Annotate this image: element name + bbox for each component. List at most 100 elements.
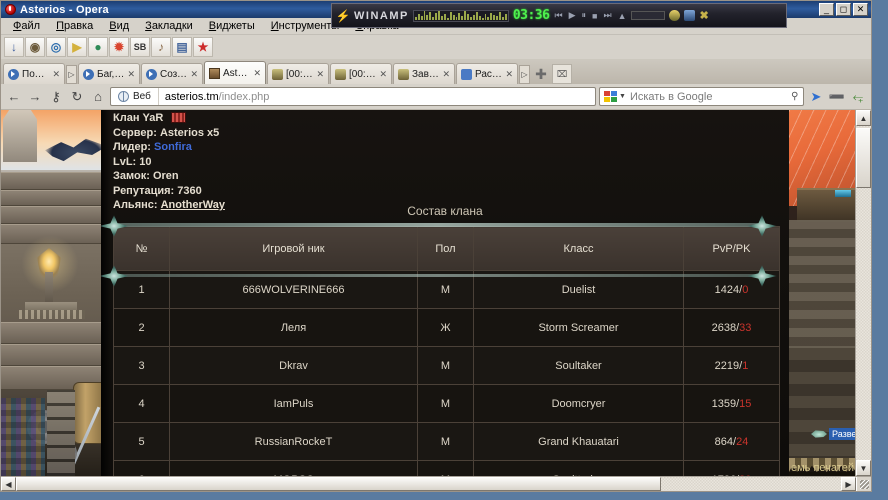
block-content-icon[interactable]: ➖ bbox=[828, 88, 846, 106]
spiral-icon[interactable]: ◎ bbox=[46, 37, 66, 57]
opera-turbo-icon[interactable]: ➤ bbox=[807, 88, 825, 106]
close-icon[interactable]: ✕ bbox=[52, 69, 60, 80]
table-row: 3 Dkrav М Soultaker 2219/1 bbox=[113, 346, 780, 385]
tab-label: Баг, ... bbox=[97, 68, 125, 80]
note-icon[interactable]: ♪ bbox=[151, 37, 171, 57]
new-tab-button[interactable]: ✚ bbox=[531, 64, 551, 84]
scroll-up-button[interactable]: ▲ bbox=[856, 110, 871, 126]
forward-icon[interactable]: → bbox=[26, 88, 44, 106]
reload-icon[interactable]: ↻ bbox=[68, 88, 86, 106]
horizontal-scrollbar[interactable]: ◀ ▶ bbox=[1, 476, 871, 491]
protocol-label: Веб bbox=[133, 91, 151, 102]
column-header-sex: Пол bbox=[417, 226, 474, 271]
close-icon[interactable]: ✕ bbox=[190, 69, 198, 80]
scroll-down-button[interactable]: ▼ bbox=[856, 460, 871, 476]
column-header-pvp: PvP/PK bbox=[683, 226, 780, 271]
tab-asterios[interactable]: Asterios✕ bbox=[204, 61, 266, 84]
cell-sex: М bbox=[417, 346, 474, 385]
tab-zavod[interactable]: Завод ✕ bbox=[393, 63, 455, 84]
vertical-scrollbar[interactable]: ▲ ▼ bbox=[855, 110, 871, 476]
search-input[interactable]: Искать в Google bbox=[630, 91, 786, 103]
play-icon[interactable]: ▶ bbox=[568, 10, 577, 21]
owl-icon[interactable]: ◉ bbox=[25, 37, 45, 57]
fit-width-icon[interactable]: ⥆ bbox=[849, 88, 867, 106]
visualizer-bar bbox=[487, 16, 490, 20]
close-button[interactable]: ✕ bbox=[853, 3, 868, 16]
prev-icon[interactable]: ⏮ bbox=[553, 10, 563, 21]
favorite-star-icon[interactable]: ★ bbox=[193, 37, 213, 57]
pause-icon[interactable]: ⏸ bbox=[581, 10, 588, 21]
url-bar[interactable]: Веб asterios.tm/index.php bbox=[110, 87, 596, 106]
tab-polit[interactable]: Поли...✕ bbox=[3, 63, 65, 84]
visualizer-bar bbox=[467, 13, 470, 20]
close-icon[interactable]: ✕ bbox=[253, 68, 261, 79]
visualizer-bar bbox=[420, 15, 423, 20]
clan-reputation: Репутация: 7360 bbox=[113, 184, 202, 197]
clan-leader-link[interactable]: Sonfira bbox=[154, 141, 192, 153]
visualizer-bar bbox=[446, 17, 449, 20]
next-icon[interactable]: ⏭ bbox=[602, 10, 612, 21]
menu-view[interactable]: Вид bbox=[101, 19, 137, 33]
tab-sozd[interactable]: Созд...✕ bbox=[141, 63, 203, 84]
menu-file[interactable]: Файл bbox=[5, 19, 48, 33]
vertical-scroll-track[interactable] bbox=[856, 126, 871, 460]
tab-l2-a[interactable]: [00:0...✕ bbox=[267, 63, 329, 84]
vertical-scroll-thumb[interactable] bbox=[856, 128, 871, 188]
visualizer-bar bbox=[429, 11, 432, 20]
horizontal-scroll-track[interactable] bbox=[16, 477, 841, 491]
close-icon[interactable]: ✕ bbox=[379, 69, 387, 80]
sb-icon[interactable]: SB bbox=[130, 37, 150, 57]
visualizer-bar bbox=[484, 13, 487, 20]
visualizer-bar bbox=[481, 17, 484, 20]
lantern-post bbox=[45, 272, 53, 306]
cell-nick: IamPuls bbox=[169, 384, 418, 423]
eject-icon[interactable]: ▲ bbox=[617, 11, 628, 21]
minimize-button[interactable]: _ bbox=[819, 3, 834, 16]
menu-bookmarks[interactable]: Закладки bbox=[137, 19, 201, 33]
close-icon[interactable]: ✕ bbox=[505, 69, 513, 80]
page-icon[interactable]: ▤ bbox=[172, 37, 192, 57]
url-input[interactable]: asterios.tm/index.php bbox=[159, 91, 276, 103]
scroll-left-button[interactable]: ◀ bbox=[1, 477, 16, 491]
globe-green-icon[interactable]: ● bbox=[88, 37, 108, 57]
search-bar[interactable]: ▼ Искать в Google ⚲ bbox=[599, 87, 804, 106]
back-icon[interactable]: ← bbox=[5, 88, 23, 106]
tab-l2-b[interactable]: [00:0...✕ bbox=[330, 63, 392, 84]
clan-name-row: Клан YaR bbox=[113, 111, 225, 126]
tab-overflow-button[interactable]: ▷ bbox=[66, 65, 77, 84]
flag-icon[interactable]: ▶ bbox=[67, 37, 87, 57]
winamp-volume-slider[interactable] bbox=[631, 11, 666, 20]
trash-icon[interactable]: ⌧ bbox=[552, 64, 572, 84]
winamp-equalizer-icon[interactable] bbox=[669, 10, 681, 21]
tab-bug[interactable]: Баг, ... ✕ bbox=[78, 63, 140, 84]
tab-extensions[interactable]: Расш...✕ bbox=[456, 63, 518, 84]
star-burst-icon[interactable]: ✹ bbox=[109, 37, 129, 57]
crystal-icon bbox=[835, 190, 851, 197]
search-icon[interactable]: ⚲ bbox=[786, 91, 803, 102]
scroll-right-button[interactable]: ▶ bbox=[841, 477, 856, 491]
chevron-down-icon[interactable]: ▼ bbox=[619, 93, 626, 100]
visualizer-bar bbox=[472, 14, 475, 20]
restore-button[interactable]: ◻ bbox=[836, 3, 851, 16]
stop-icon[interactable]: ■ bbox=[591, 11, 598, 21]
winamp-close-icon[interactable]: ✖ bbox=[699, 9, 708, 22]
cell-pvp: 2219/1 bbox=[683, 346, 780, 385]
winamp-player[interactable]: ⚡ WINAMP 03:36 ⏮ ▶ ⏸ ■ ⏭ ▲ ✖ bbox=[331, 3, 787, 28]
clan-crest-icon bbox=[171, 112, 187, 123]
menu-edit[interactable]: Правка bbox=[48, 19, 101, 33]
protocol-badge[interactable]: Веб bbox=[111, 88, 159, 105]
close-icon[interactable]: ✕ bbox=[316, 69, 324, 80]
home-icon[interactable]: ⌂ bbox=[89, 88, 107, 106]
clan-castle: Замок: Oren bbox=[113, 170, 179, 182]
resize-grip[interactable] bbox=[856, 477, 871, 491]
close-icon[interactable]: ✕ bbox=[442, 69, 450, 80]
menu-widgets[interactable]: Виджеты bbox=[201, 19, 263, 33]
download-icon[interactable]: ↓ bbox=[4, 37, 24, 57]
window-titlebar: Asterios - Opera ⚡ WINAMP 03:36 ⏮ ▶ ⏸ ■ … bbox=[1, 1, 871, 28]
key-icon[interactable]: ⚷ bbox=[47, 88, 65, 106]
visualizer-bar bbox=[443, 13, 446, 20]
tab-overflow-button[interactable]: ▷ bbox=[519, 65, 530, 84]
horizontal-scroll-thumb[interactable] bbox=[16, 477, 661, 491]
winamp-playlist-icon[interactable] bbox=[684, 10, 696, 21]
close-icon[interactable]: ✕ bbox=[127, 69, 135, 80]
